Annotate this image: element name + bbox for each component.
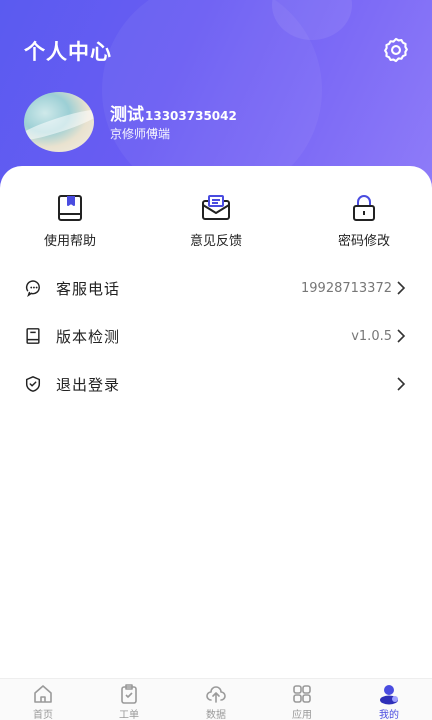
user-role: 京修师傅端 [110,127,171,141]
user-name-line: 测试13303735042 [110,100,237,125]
tab-apps[interactable]: 应用 [272,683,332,720]
tab-label: 我的 [379,710,399,720]
menu-label: 退出登录 [56,375,121,394]
tab-mine[interactable]: 我的 [359,683,419,720]
user-phone: 13303735042 [145,109,237,123]
tab-home[interactable]: 首页 [13,683,73,720]
home-icon [34,685,52,703]
quick-action-label: 意见反馈 [189,234,242,249]
version-value: v1.0.5 [351,328,392,344]
menu-label: 客服电话 [56,279,121,298]
quick-action-label: 密码修改 [337,234,390,249]
tab-label: 数据 [206,710,226,720]
hotline-number: 19928713372 [301,280,392,296]
page-title: 个人中心 [24,40,112,64]
user-icon [380,685,398,705]
quick-action-label: 使用帮助 [43,234,96,249]
mail-icon [202,195,230,220]
tab-data[interactable]: 数据 [186,683,246,720]
tab-label: 首页 [33,710,53,720]
chevron-right-icon [397,377,406,391]
lock-icon [353,195,375,221]
cloud-icon [206,686,226,703]
book-icon [58,195,82,221]
clipboard-icon [121,684,137,704]
menu-row-hotline[interactable]: 客服电话 19928713372 [0,268,432,308]
quick-action-password[interactable]: 密码修改 [304,192,424,249]
shield-icon [25,376,41,392]
user-name: 测试 [110,105,144,125]
phone-icon [25,280,40,297]
gear-icon[interactable] [382,36,410,64]
chevron-right-icon [397,329,406,343]
tab-workorder[interactable]: 工单 [99,683,159,720]
chevron-right-icon [397,281,406,295]
tab-label: 工单 [119,710,139,720]
menu-row-version[interactable]: 版本检测 v1.0.5 [0,316,432,356]
menu-row-logout[interactable]: 退出登录 [0,364,432,404]
quick-action-feedback[interactable]: 意见反馈 [156,192,276,249]
bottom-tab-bar: 首页 工单 数据 应用 我的 [0,678,432,720]
menu-label: 版本检测 [56,327,121,346]
grid-icon [293,685,311,703]
quick-action-help[interactable]: 使用帮助 [10,192,130,249]
document-icon [26,328,40,344]
tab-label: 应用 [292,710,312,720]
avatar[interactable] [24,92,94,152]
